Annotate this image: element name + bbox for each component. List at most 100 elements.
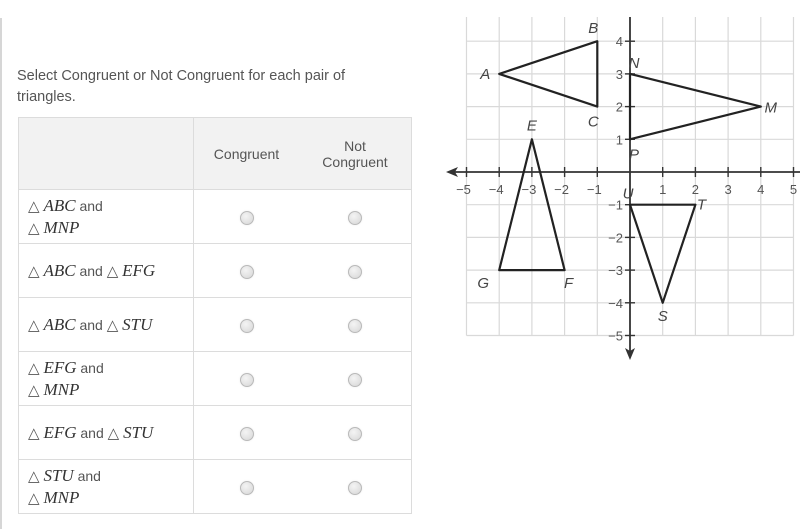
congruent-radio[interactable] [239, 426, 254, 441]
congruent-radio[interactable] [239, 372, 254, 387]
congruent-radio[interactable] [239, 318, 254, 333]
triangle-symbol: △ [28, 358, 40, 377]
vertex-label-b: B [588, 20, 598, 37]
triangle-symbol: △ [28, 315, 40, 334]
congruent-cell [193, 405, 299, 460]
triangle-symbol: △ [106, 315, 119, 334]
x-tick-label: −4 [489, 182, 504, 197]
table-row: △ ABC and △ MNP [18, 189, 412, 244]
congruence-table: Congruent Not Congruent △ ABC and △ MNP △ … [18, 117, 412, 514]
vertex-label-e: E [527, 117, 538, 134]
triangle-name-first: ABC [43, 260, 76, 280]
triangle-name-second: MNP [43, 487, 80, 507]
triangle-name-first: ABC [43, 314, 76, 334]
not-congruent-radio[interactable] [348, 480, 362, 495]
pair-label: △ EFG and △ MNP [18, 351, 194, 406]
y-tick-label: 1 [616, 132, 623, 147]
congruent-cell [193, 243, 299, 298]
x-tick-label: −3 [521, 182, 536, 197]
table-row: △ EFG and △ STU [18, 405, 412, 460]
y-tick-label: 4 [616, 34, 623, 49]
not-congruent-cell [299, 189, 412, 244]
question-prompt: Select Congruent or Not Congruent for ea… [17, 68, 346, 105]
not-congruent-radio[interactable] [348, 426, 362, 441]
triangle-symbol: △ [28, 466, 40, 485]
x-tick-label: 3 [724, 182, 731, 197]
triangle-symbol: △ [107, 423, 120, 442]
x-tick-label: 2 [692, 182, 699, 197]
triangle-symbol: △ [28, 261, 40, 280]
triangle-symbol: △ [28, 380, 40, 399]
x-tick-label: −5 [456, 182, 471, 197]
not-congruent-cell [299, 297, 412, 352]
congruent-cell [193, 459, 299, 514]
not-congruent-radio[interactable] [348, 372, 362, 387]
table-header-row: Congruent Not Congruent [18, 117, 412, 190]
triangle-symbol: △ [28, 196, 40, 215]
connector: and [77, 467, 101, 484]
connector: and [79, 316, 103, 333]
connector: and [80, 359, 104, 376]
coordinate-plane: −5 −4 −3 −2 −1 1 2 3 4 5 4 3 2 1 −1 −2 −3 −4 −5 A B C M N P E F G S… [446, 17, 800, 360]
y-tick-label: −2 [608, 230, 623, 245]
not-congruent-cell [299, 405, 412, 460]
vertex-label-u: U [623, 186, 634, 203]
triangle-name-second: MNP [43, 379, 80, 399]
y-tick-label: −4 [608, 296, 623, 311]
congruent-cell [193, 189, 299, 244]
triangle-symbol: △ [28, 218, 40, 237]
congruent-cell [193, 351, 299, 406]
x-tick-label: 4 [757, 182, 764, 197]
not-congruent-radio[interactable] [348, 264, 362, 279]
header-congruent: Congruent [193, 117, 299, 190]
panel-divider [0, 18, 2, 529]
vertex-label-f: F [564, 275, 574, 292]
congruent-cell [193, 297, 299, 352]
header-not-line2: Congruent [322, 153, 388, 170]
table-row: △ ABC and △ STU [18, 297, 412, 352]
y-tick-label: −1 [608, 198, 623, 213]
x-tick-label: 5 [790, 182, 797, 197]
triangle-name-first: ABC [43, 195, 76, 215]
triangle-symbol: △ [28, 423, 40, 442]
x-tick-label: −1 [587, 182, 602, 197]
header-pair [18, 117, 194, 190]
pair-label: △ STU and △ MNP [18, 459, 194, 514]
vertex-label-g: G [477, 275, 489, 292]
triangle-name-second: STU [122, 314, 153, 334]
not-congruent-cell [299, 351, 412, 406]
table-row: △ EFG and △ MNP [18, 351, 412, 406]
triangle-name-first: EFG [43, 422, 77, 442]
pair-label: △ EFG and △ STU [18, 405, 194, 460]
triangle-symbol: △ [28, 488, 40, 507]
triangle-name-second: EFG [122, 260, 156, 280]
connector: and [79, 262, 103, 279]
vertex-label-m: M [765, 100, 778, 117]
triangle-symbol: △ [106, 261, 119, 280]
connector: and [79, 197, 103, 214]
vertex-label-s: S [658, 308, 668, 325]
triangle-name-second: MNP [43, 217, 80, 237]
pair-label: △ ABC and △ EFG [18, 243, 194, 298]
table-row: △ STU and △ MNP [18, 459, 412, 514]
x-tick-label: −2 [554, 182, 569, 197]
table-row: △ ABC and △ EFG [18, 243, 412, 298]
connector: and [80, 424, 104, 441]
congruent-radio[interactable] [239, 480, 254, 495]
triangle-name-second: STU [123, 422, 154, 442]
y-tick-label: −5 [608, 329, 623, 344]
not-congruent-cell [299, 243, 412, 298]
header-not-congruent: Not Congruent [299, 117, 412, 190]
not-congruent-cell [299, 459, 412, 514]
vertex-label-c: C [588, 114, 599, 131]
y-tick-label: 3 [616, 67, 623, 82]
congruent-radio[interactable] [239, 264, 254, 279]
vertex-label-n: N [629, 55, 640, 72]
congruent-radio[interactable] [239, 210, 254, 225]
header-not-line1: Not [344, 137, 366, 154]
triangle-name-first: STU [43, 465, 74, 485]
not-congruent-radio[interactable] [348, 318, 362, 333]
y-tick-label: 2 [616, 100, 623, 115]
not-congruent-radio[interactable] [348, 210, 362, 225]
pair-label: △ ABC and △ STU [18, 297, 194, 352]
